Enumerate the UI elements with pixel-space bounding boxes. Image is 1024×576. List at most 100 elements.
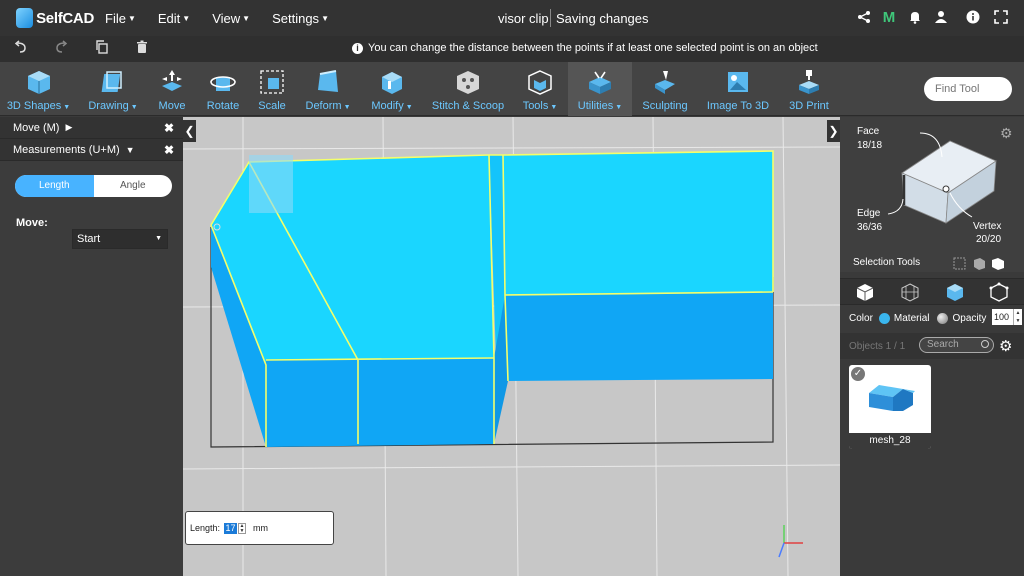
- object-select-icon[interactable]: [855, 282, 875, 302]
- gear-icon[interactable]: ⚙: [999, 337, 1012, 355]
- delete-icon[interactable]: [133, 40, 151, 58]
- m-logo-icon[interactable]: M: [881, 10, 897, 26]
- caret-down-icon: ▼: [155, 235, 162, 242]
- fullscreen-icon[interactable]: [993, 10, 1009, 26]
- tool-3d-print[interactable]: 3D Print: [786, 62, 832, 116]
- measure-point-marker[interactable]: [249, 155, 293, 213]
- tool-drawing[interactable]: Drawing ▼: [82, 62, 144, 116]
- model-right-top-face[interactable]: [503, 151, 773, 295]
- utilities-icon: [589, 71, 611, 94]
- info-icon: i: [352, 42, 363, 54]
- face-select-icon[interactable]: [945, 282, 965, 302]
- selection-tool-icons: [953, 257, 1004, 270]
- caret-down-icon: ▼: [127, 13, 136, 23]
- measurements-panel-header[interactable]: Measurements (U+M) ▼ ✖: [0, 139, 183, 161]
- model-right-front-face[interactable]: [505, 292, 773, 381]
- tool-scale[interactable]: Scale: [254, 62, 290, 116]
- main-menu: File ▼ Edit ▼ View ▼ Settings ▼: [105, 11, 351, 26]
- selected-check-icon[interactable]: ✓: [850, 366, 866, 382]
- object-card[interactable]: ✓ mesh_28: [849, 365, 931, 449]
- objects-header: Objects 1 / 1 Search ⚙: [840, 333, 1024, 359]
- move-point-select[interactable]: Start ▼: [72, 229, 168, 249]
- document-title[interactable]: visor clip: [498, 11, 549, 26]
- length-stepper[interactable]: ▲ ▼: [238, 522, 247, 534]
- face-label: Face: [857, 126, 880, 137]
- undo-icon[interactable]: [11, 40, 29, 58]
- user-icon[interactable]: [933, 10, 949, 26]
- vertex-select-icon[interactable]: [989, 282, 1009, 302]
- box-select-icon: [953, 257, 966, 270]
- share-icon[interactable]: [856, 10, 872, 26]
- edge-label: Edge: [857, 208, 881, 219]
- tool-sculpting[interactable]: Sculpting: [640, 62, 690, 116]
- tool-modify[interactable]: Modify ▼: [368, 62, 416, 116]
- hint-message: i You can change the distance between th…: [352, 42, 818, 54]
- close-icon[interactable]: ✖: [164, 121, 174, 135]
- stitch-scoop-icon: [457, 71, 479, 94]
- info-icon[interactable]: [965, 10, 981, 26]
- close-icon[interactable]: ✖: [164, 143, 174, 157]
- title-divider: [550, 9, 551, 27]
- material-label[interactable]: Material: [894, 313, 930, 324]
- copy-icon[interactable]: [93, 40, 111, 58]
- color-swatch[interactable]: [878, 312, 890, 324]
- 3d-viewport[interactable]: ❮ ❯ Length: 17 ▲ ▼ mm: [183, 117, 840, 576]
- model-front-face[interactable]: [266, 358, 494, 447]
- face-count: 18/18: [857, 140, 883, 151]
- menu-settings[interactable]: Settings ▼: [272, 11, 329, 26]
- find-tool-input[interactable]: [924, 77, 1012, 101]
- selfcad-logo[interactable]: SelfCAD: [16, 8, 94, 28]
- lasso-select-icon: [992, 258, 1004, 270]
- move-panel-title: Move (M): [13, 121, 60, 134]
- opacity-stepper[interactable]: ▲ ▼: [1013, 309, 1022, 325]
- object-search-input[interactable]: Search: [919, 337, 994, 353]
- edge-count: 36/36: [857, 222, 883, 233]
- tool-utilities[interactable]: Utilities ▼: [568, 62, 632, 116]
- cube-icon: [27, 71, 50, 94]
- material-sphere-icon[interactable]: [937, 312, 949, 324]
- collapse-left-panel-arrow[interactable]: ❮: [183, 120, 196, 142]
- angle-tab[interactable]: Angle: [94, 175, 173, 197]
- move-arrows-icon: [162, 70, 182, 91]
- caret-down-icon: ▼: [321, 13, 329, 23]
- image-to-3d-icon: [728, 72, 748, 92]
- tool-move[interactable]: Move: [152, 62, 192, 116]
- selection-mode-bar: [840, 278, 1024, 305]
- tool-rotate[interactable]: Rotate: [202, 62, 244, 116]
- tool-deform[interactable]: Deform ▼: [302, 62, 354, 116]
- selection-tools-label: Selection Tools: [853, 257, 921, 268]
- tool-image-to-3d[interactable]: Image To 3D: [704, 62, 772, 116]
- paint-select-icon: [974, 258, 985, 270]
- length-value-input[interactable]: 17: [224, 522, 238, 534]
- logo-mark-icon: [16, 8, 34, 28]
- opacity-label: Opacity: [952, 312, 987, 324]
- bell-icon[interactable]: [907, 10, 923, 26]
- collapse-right-panel-arrow[interactable]: ❯: [827, 120, 840, 142]
- collapse-icon[interactable]: ▼: [126, 145, 135, 155]
- move-panel-header[interactable]: Move (M) ▶ ✖: [0, 117, 183, 139]
- length-label: Length:: [190, 523, 221, 533]
- redo-icon[interactable]: [53, 40, 71, 58]
- rotate-icon: [210, 76, 236, 91]
- logo-text: SelfCAD: [36, 9, 94, 27]
- length-unit: mm: [253, 523, 269, 533]
- tools-icon: [528, 70, 552, 95]
- opacity-input[interactable]: 100: [992, 309, 1014, 325]
- deform-icon: [318, 70, 338, 92]
- scene-canvas[interactable]: [183, 117, 840, 576]
- tool-stitch-scoop[interactable]: Stitch & Scoop: [432, 62, 504, 116]
- length-tab[interactable]: Length: [15, 175, 94, 197]
- objects-count: Objects 1 / 1: [849, 341, 906, 352]
- axis-gizmo: [778, 525, 803, 558]
- menu-view[interactable]: View ▼: [212, 11, 250, 26]
- menu-edit[interactable]: Edit ▼: [158, 11, 190, 26]
- caret-down-icon: ▼: [242, 13, 251, 23]
- menu-file[interactable]: File ▼: [105, 11, 136, 26]
- drawing-icon: [101, 71, 122, 92]
- measurements-panel-title: Measurements (U+M): [13, 143, 120, 156]
- play-icon[interactable]: ▶: [65, 122, 72, 133]
- tool-3d-shapes[interactable]: 3D Shapes ▼: [0, 62, 77, 116]
- 3d-print-icon: [799, 70, 819, 94]
- tool-tools[interactable]: Tools ▼: [520, 62, 560, 116]
- mesh-select-icon[interactable]: [900, 282, 920, 302]
